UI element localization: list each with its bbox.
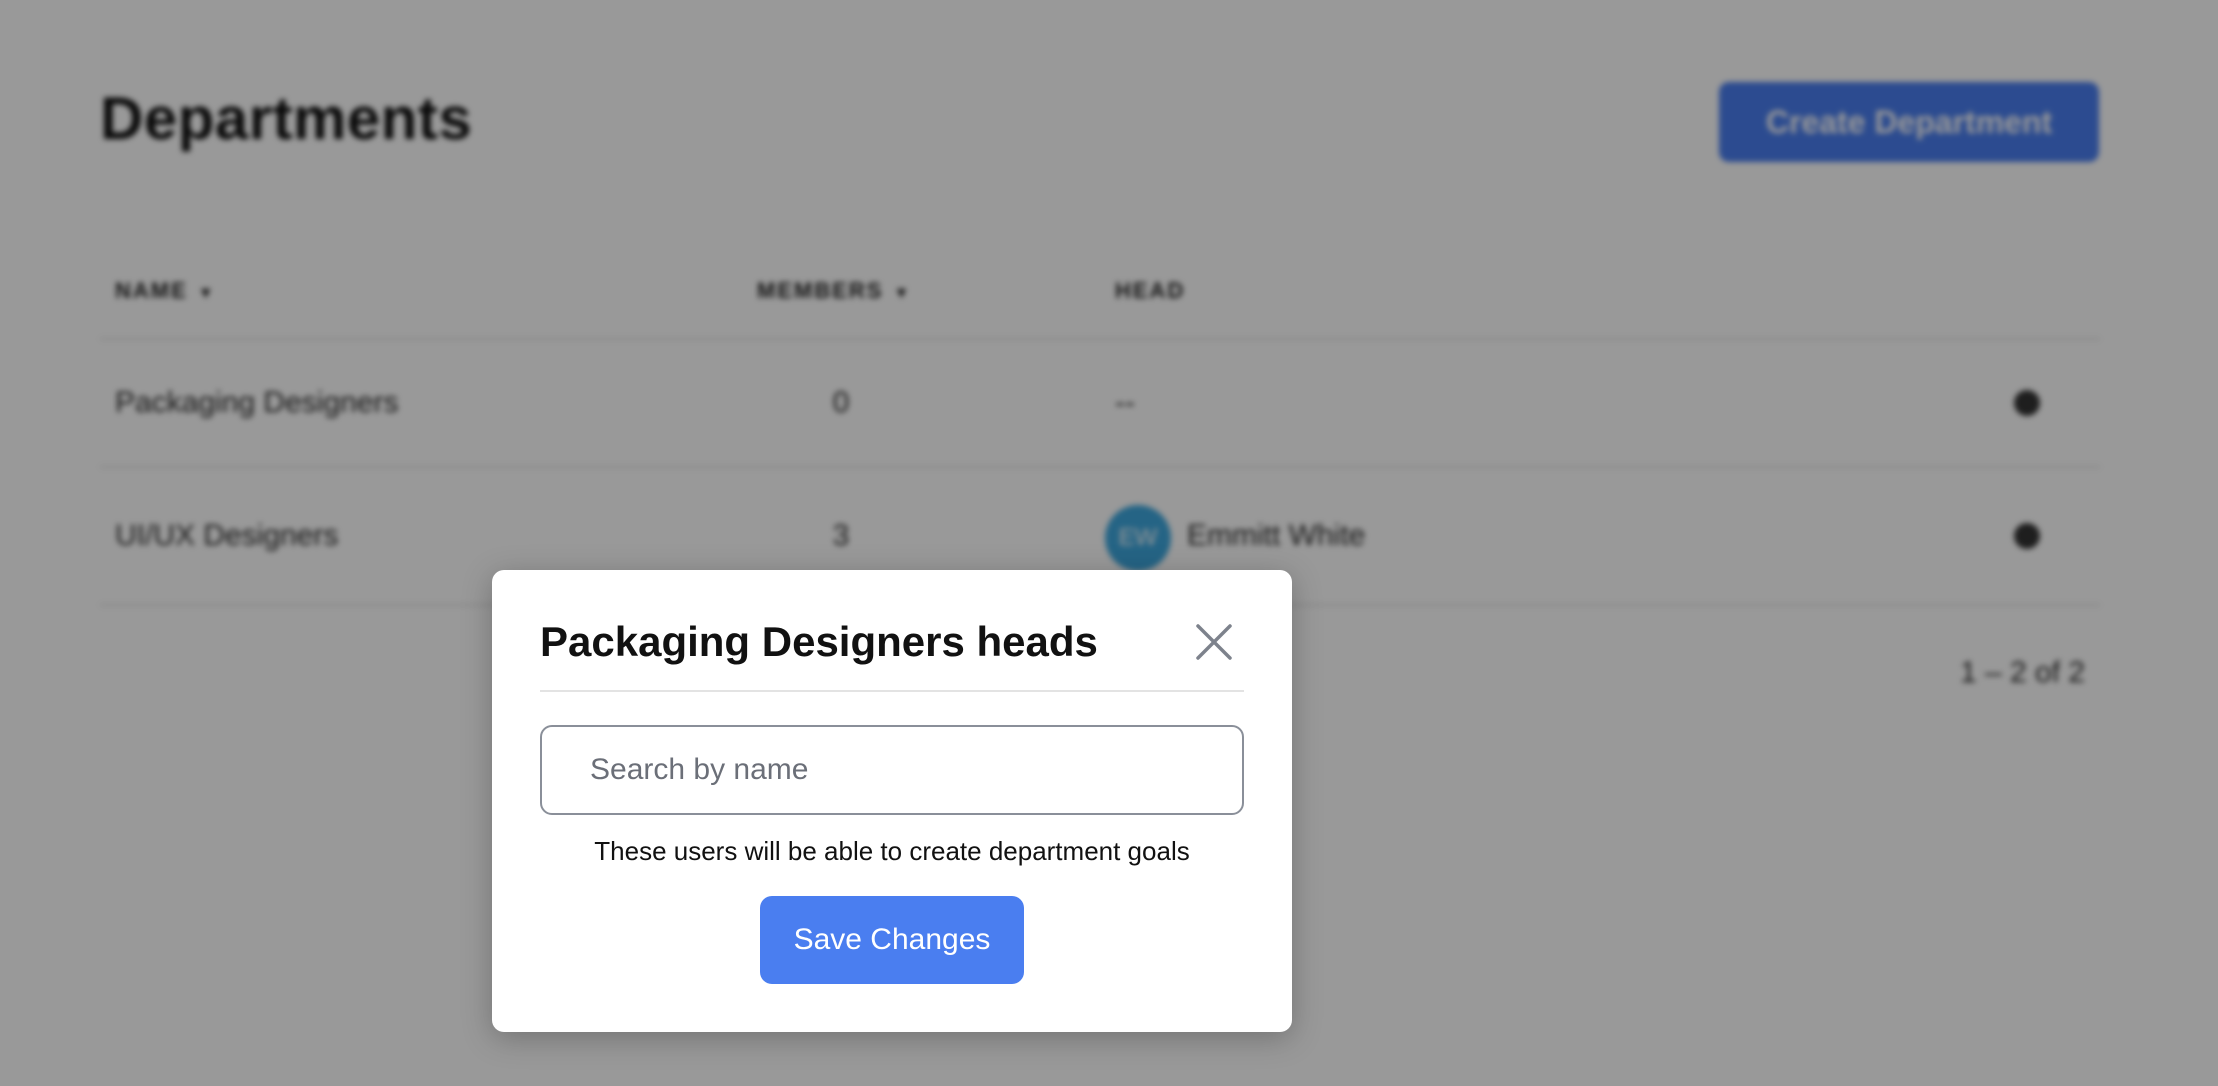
close-icon — [1196, 624, 1232, 660]
department-heads-modal: Packaging Designers heads These users wi… — [492, 570, 1292, 1032]
search-input[interactable] — [540, 725, 1244, 815]
modal-title: Packaging Designers heads — [540, 618, 1098, 665]
modal-divider — [540, 690, 1244, 692]
helper-text: These users will be able to create depar… — [594, 836, 1190, 866]
save-changes-button[interactable]: Save Changes — [760, 896, 1024, 984]
close-button[interactable] — [1192, 620, 1236, 664]
